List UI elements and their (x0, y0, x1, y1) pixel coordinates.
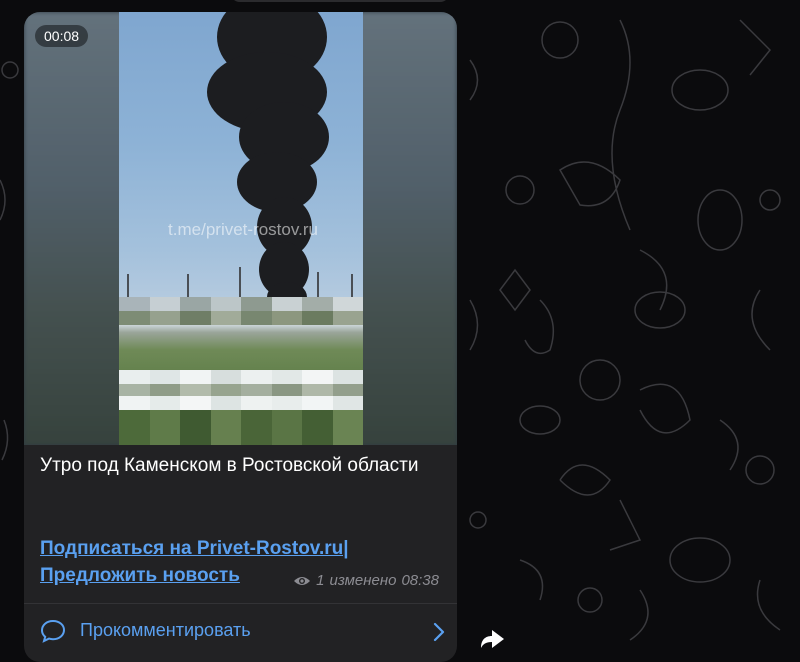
video-frame: t.me/privet-rostov.ru (119, 12, 363, 445)
views-count: 1 (316, 572, 325, 589)
video-duration-badge: 00:08 (35, 25, 89, 47)
comment-label: Прокомментировать (80, 620, 251, 640)
comment-button[interactable]: Прокомментировать (24, 612, 457, 652)
share-arrow-icon[interactable] (478, 624, 508, 654)
speech-bubble-icon (40, 619, 66, 643)
chevron-right-icon (433, 622, 445, 642)
comment-divider (24, 603, 457, 604)
post-caption: Утро под Каменском в Ростовской области (40, 455, 419, 476)
channel-post-bubble: t.me/privet-rostov.ru 00:08 Утро под Кам… (24, 12, 457, 662)
eye-icon (294, 576, 311, 585)
previous-message-stub (230, 0, 450, 2)
video-attachment[interactable]: t.me/privet-rostov.ru 00:08 (24, 12, 457, 445)
post-meta: 1 изменено 08:38 (293, 572, 439, 589)
post-time: 08:38 (401, 572, 439, 589)
subscribe-link[interactable]: Подписаться на Privet-Rostov.ru| (40, 535, 349, 562)
video-watermark: t.me/privet-rostov.ru (168, 220, 318, 239)
edited-label: изменено (329, 572, 397, 589)
suggest-news-link[interactable]: Предложить новость (40, 562, 240, 589)
